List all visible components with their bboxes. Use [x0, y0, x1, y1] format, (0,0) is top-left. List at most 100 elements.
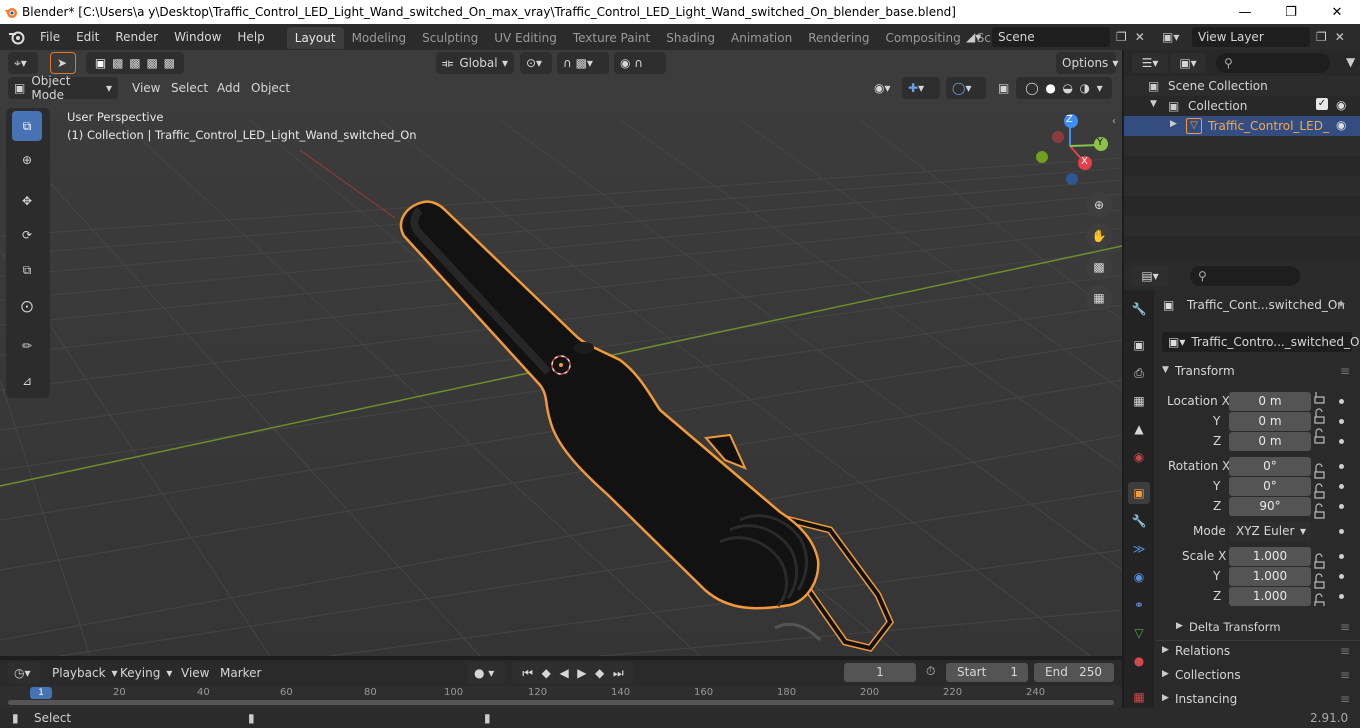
tab-animation[interactable]: Animation: [723, 27, 800, 49]
keyframe-dot[interactable]: [1339, 529, 1344, 534]
outliner-search-input[interactable]: ⚲: [1216, 53, 1330, 73]
playhead[interactable]: 1: [30, 687, 52, 699]
tab-layout[interactable]: Layout: [286, 27, 344, 49]
particles-tab-icon[interactable]: ≫: [1128, 538, 1150, 560]
transform-orientation-dropdown[interactable]: ⟚ Global ▾: [436, 52, 514, 74]
view-layer-icon[interactable]: ▣▾: [1162, 30, 1192, 44]
editor-type-button[interactable]: ⌖▾: [8, 52, 38, 74]
timeline-marker-menu[interactable]: Marker: [220, 666, 261, 680]
tab-sculpting[interactable]: Sculpting: [414, 27, 486, 49]
menu-edit[interactable]: Edit: [68, 24, 107, 50]
shading-options-icon[interactable]: ▾: [1097, 81, 1103, 95]
keyframe-dot[interactable]: [1339, 439, 1344, 444]
current-frame-field[interactable]: 1: [844, 663, 916, 682]
sidebar-toggle-icon[interactable]: ‹: [1112, 116, 1116, 127]
collapse-arrow-icon[interactable]: ▼: [1162, 365, 1169, 375]
scene-field[interactable]: Scene: [992, 27, 1110, 47]
expand-arrow-icon[interactable]: ▶: [1162, 645, 1169, 655]
drag-handle-icon[interactable]: ≡: [1340, 364, 1350, 378]
rotation-x-field[interactable]: 0°: [1229, 457, 1311, 476]
scale-tool[interactable]: ⧉: [12, 255, 42, 285]
menu-help[interactable]: Help: [229, 24, 272, 50]
menu-file[interactable]: File: [32, 24, 68, 50]
pan-button[interactable]: ✋: [1086, 223, 1112, 249]
drag-handle-icon[interactable]: ≡: [1340, 620, 1350, 634]
prev-keyframe-icon[interactable]: ◆: [542, 666, 551, 680]
scene-tab-icon[interactable]: ▲: [1128, 418, 1150, 440]
select-new-icon[interactable]: ▣: [95, 56, 106, 70]
keyframe-dot[interactable]: [1339, 594, 1344, 599]
expand-arrow-icon[interactable]: ▶: [1162, 669, 1169, 679]
rotate-tool[interactable]: ⟳: [12, 220, 42, 250]
properties-search-input[interactable]: ⚲: [1190, 266, 1300, 286]
stopwatch-icon[interactable]: ⏱: [926, 664, 935, 679]
select-intersect-icon[interactable]: ▩: [164, 56, 175, 70]
select-box-modes[interactable]: ▣ ▩ ▩ ▩ ▩: [86, 52, 184, 74]
render-tab-icon[interactable]: ▣: [1128, 334, 1150, 356]
viewport-menu-object[interactable]: Object: [251, 81, 290, 95]
jump-end-icon[interactable]: ⏭: [613, 666, 624, 681]
shading-modes[interactable]: ◯ ● ◒ ◑ ▾: [1016, 77, 1112, 99]
rotation-z-field[interactable]: 90°: [1229, 497, 1311, 516]
overlays-toggle[interactable]: ◯ ▾: [946, 77, 986, 99]
viewport-menu-view[interactable]: View: [132, 81, 160, 95]
tab-rendering[interactable]: Rendering: [800, 27, 877, 49]
play-reverse-icon[interactable]: ◀: [559, 666, 568, 680]
drag-handle-icon[interactable]: ≡: [1340, 668, 1350, 682]
play-icon[interactable]: ▶: [577, 666, 586, 680]
view-layer-field[interactable]: View Layer: [1192, 27, 1310, 47]
auto-keying-toggle[interactable]: ● ▾: [468, 662, 506, 684]
select-subtract-icon[interactable]: ▩: [129, 56, 140, 70]
3d-viewport[interactable]: Z X Y ⌖▾ ➤ ▣ ▩ ▩ ▩ ▩ ⟚ Global ▾ ⊙▾ ∩ ▩▾ ◉ …: [0, 50, 1122, 656]
visibility-dropdown[interactable]: ◉▾: [868, 77, 898, 99]
camera-button[interactable]: ▩: [1086, 254, 1112, 280]
collections-header[interactable]: Collections: [1175, 668, 1241, 682]
outliner-row-collection[interactable]: ▼ ▣ Collection ✓ ◉: [1124, 96, 1360, 116]
constraints-tab-icon[interactable]: ⚭: [1128, 594, 1150, 616]
drag-handle-icon[interactable]: ≡: [1340, 644, 1350, 658]
tab-uv-editing[interactable]: UV Editing: [486, 27, 565, 49]
keyframe-dot[interactable]: [1339, 484, 1344, 489]
timeline-view-menu[interactable]: View: [181, 666, 209, 680]
measure-tool[interactable]: ⊿: [12, 366, 42, 396]
scale-z-field[interactable]: 1.000: [1229, 587, 1311, 606]
instancing-header[interactable]: Instancing: [1175, 692, 1237, 706]
keyframe-dot[interactable]: [1339, 574, 1344, 579]
view-layer-close-icon[interactable]: ✕: [1335, 30, 1345, 44]
outliner-row-scene-collection[interactable]: ▣ Scene Collection: [1124, 76, 1360, 96]
cursor-tool[interactable]: ⊕: [12, 145, 42, 175]
relations-header[interactable]: Relations: [1175, 644, 1230, 658]
display-mode-dropdown[interactable]: ▣▾: [1170, 53, 1206, 73]
tab-shading[interactable]: Shading: [658, 27, 723, 49]
lock-icons[interactable]: [1313, 392, 1327, 606]
tool-tab-icon[interactable]: 🔧: [1128, 298, 1150, 320]
expand-arrow-icon[interactable]: ▶: [1170, 119, 1177, 129]
end-frame-field[interactable]: End 250: [1034, 663, 1114, 682]
menu-render[interactable]: Render: [107, 24, 166, 50]
jump-start-icon[interactable]: ⏮: [522, 666, 533, 681]
location-y-field[interactable]: 0 m: [1229, 412, 1311, 431]
scale-y-field[interactable]: 1.000: [1229, 567, 1311, 586]
pin-icon[interactable]: ✦: [1336, 297, 1346, 311]
keyframe-dot[interactable]: [1339, 504, 1344, 509]
tab-modeling[interactable]: Modeling: [344, 27, 415, 49]
expand-arrow-icon[interactable]: ▶: [1162, 693, 1169, 703]
scene-close-icon[interactable]: ✕: [1135, 30, 1145, 44]
select-extend-icon[interactable]: ▩: [112, 56, 123, 70]
keyframe-dot[interactable]: [1339, 419, 1344, 424]
transform-panel-header[interactable]: Transform: [1175, 364, 1235, 378]
proportional-edit-dropdown[interactable]: ◉ ∩: [614, 52, 666, 74]
delta-transform-header[interactable]: Delta Transform: [1189, 620, 1281, 634]
rendered-shading-icon[interactable]: ◑: [1080, 81, 1090, 95]
scene-icon[interactable]: ◢▾: [966, 30, 992, 44]
transform-tool[interactable]: ⨀: [12, 291, 42, 321]
maximize-button[interactable]: ❐: [1268, 0, 1314, 24]
keyframe-dot[interactable]: [1339, 464, 1344, 469]
select-box-tool[interactable]: ⧉: [12, 111, 42, 141]
expand-arrow-icon[interactable]: ▼: [1150, 99, 1157, 109]
viewport-menu-select[interactable]: Select: [171, 81, 208, 95]
keying-menu[interactable]: Keying ▾: [114, 662, 178, 684]
material-tab-icon[interactable]: ●: [1128, 650, 1150, 672]
keyframe-dot[interactable]: [1339, 554, 1344, 559]
rotation-y-field[interactable]: 0°: [1229, 477, 1311, 496]
